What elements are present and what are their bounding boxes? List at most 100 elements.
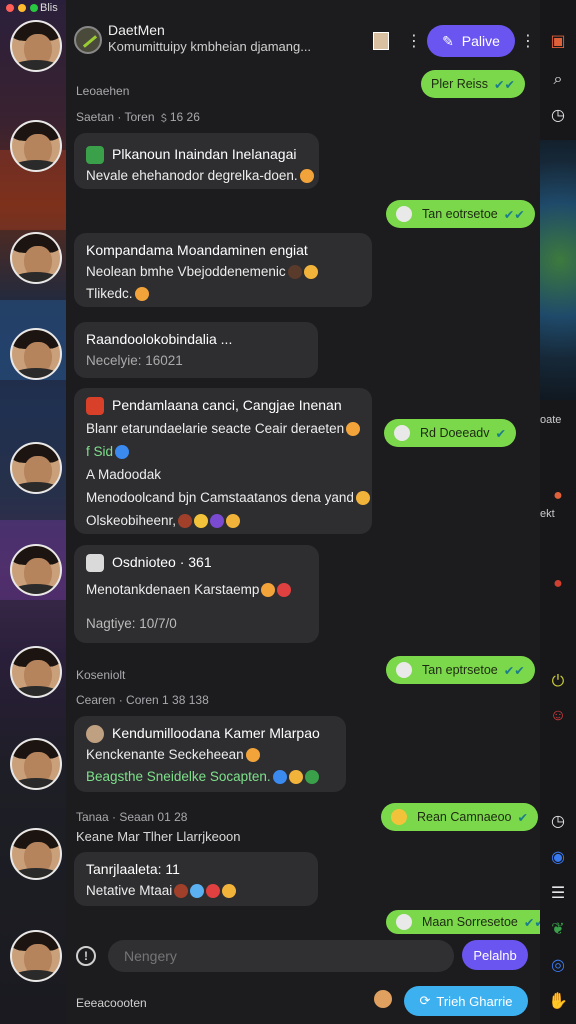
minimize-window-dot[interactable] [18, 4, 26, 12]
avatar[interactable] [10, 328, 62, 380]
outgoing-message[interactable]: Pler Reiss ✔✔ [421, 70, 525, 98]
emoji-icon [134, 287, 149, 302]
emoji-icon [355, 491, 370, 506]
live-button-label: Palive [461, 33, 500, 49]
emoji-icon [303, 265, 318, 280]
power-icon[interactable]: ⏻ [548, 672, 568, 692]
message-text: Tan eptrsetoe [422, 663, 498, 677]
avatar[interactable] [10, 120, 62, 172]
timer-icon[interactable]: ◷ [548, 812, 568, 832]
zoom-window-dot[interactable] [30, 4, 38, 12]
message-text: Blanr etarundaelarie seacte Ceair deraet… [86, 421, 345, 436]
avatar [86, 725, 104, 744]
message-text: Rean Camnaeoo [417, 810, 512, 824]
chat-title: DaetMen [108, 22, 165, 38]
sticker-icon[interactable] [374, 990, 392, 1008]
avatar[interactable] [10, 20, 62, 72]
emoji-icon [261, 583, 276, 598]
target-icon[interactable]: ◎ [548, 956, 568, 976]
incoming-message[interactable]: Raandoolokobindalia ... Necelyie: 16021 [74, 322, 318, 378]
banner-image [540, 140, 576, 400]
send-button[interactable]: Pelalnb [462, 940, 528, 970]
pencil-icon: ✎ [442, 32, 454, 49]
avatar[interactable] [10, 738, 62, 790]
sticker-icon [394, 425, 410, 441]
outgoing-message[interactable]: Rean Camnaeoo ✔ [381, 803, 538, 831]
search-icon[interactable]: ⌕ [548, 70, 568, 90]
emoji-icon [178, 514, 193, 529]
clock-icon[interactable]: ◷ [548, 106, 568, 126]
incoming-message[interactable]: Pendamlaana canci, Cangjae Inenan Blanr … [74, 388, 372, 534]
image-thumbnail [86, 554, 104, 573]
emoji-icon [346, 422, 361, 437]
avatar[interactable] [10, 232, 62, 284]
message-text: A Madoodak [86, 467, 162, 482]
incoming-message[interactable]: Plkanoun Inaindan Inelanagai Nevale eheh… [74, 133, 319, 189]
leaf-icon[interactable]: ❦ [548, 920, 568, 940]
emoji-icon [206, 884, 221, 899]
outgoing-message[interactable]: Tan eotrsetoe ✔✔ [386, 200, 535, 228]
timestamp: Saetan · Toren ﹩16 26 [76, 110, 200, 124]
message-text: Nagtiye: 10/7/0 [86, 616, 177, 631]
emoji-icon [194, 514, 209, 529]
timestamp: Tanaa · Seaan 01 28 [76, 810, 188, 824]
emoji-icon [115, 445, 130, 460]
message-title: Pendamlaana canci, Cangjae Inenan [112, 397, 342, 413]
close-window-dot[interactable] [6, 4, 14, 12]
live-button[interactable]: ✎ Palive [427, 25, 515, 57]
emoji-icon[interactable]: ☺ [548, 706, 568, 726]
message-text: f Sid [86, 444, 114, 459]
avatar[interactable] [10, 646, 62, 698]
sticker-icon [396, 662, 412, 678]
app-name: Blis [40, 2, 58, 14]
outgoing-message[interactable]: Rd Doeeadv ✔ [384, 419, 516, 447]
emoji-icon [288, 770, 303, 785]
game-icon[interactable]: ● [548, 486, 568, 506]
avatar[interactable] [10, 828, 62, 880]
emoji-icon [210, 514, 225, 529]
message-text: Neolean bmhe Vbejoddenemenic [86, 264, 286, 279]
message-title: Osdnioteo · 361 [112, 554, 212, 570]
more-options-icon[interactable]: ⋮ [406, 32, 422, 52]
header-thumbnail[interactable] [373, 32, 389, 50]
list-icon[interactable]: ☰ [548, 884, 568, 904]
chat-avatar[interactable] [74, 26, 102, 54]
conversation-avatar-rail [0, 0, 66, 1024]
shield-icon [86, 146, 104, 165]
badge-icon[interactable]: ● [548, 574, 568, 594]
info-icon[interactable]: ! [76, 946, 96, 966]
message-title: Kendumilloodana Kamer Mlarpao [112, 725, 320, 741]
cta-button[interactable]: ⟳ Trieh Gharrie [404, 986, 528, 1016]
sticker-icon [396, 914, 412, 930]
avatar[interactable] [10, 544, 62, 596]
message-text: Maan Sorresetoe [422, 915, 518, 929]
footer-label: Eeeacoooten [76, 996, 147, 1010]
avatar[interactable] [10, 442, 62, 494]
incoming-message[interactable]: Tanrjlaaleta: 11 Netative Mtaai [74, 852, 318, 906]
emoji-icon [304, 770, 319, 785]
incoming-message[interactable]: Osdnioteo · 361 Menotankdenaen Karstaemp… [74, 545, 319, 643]
emoji-icon [277, 583, 292, 598]
notification-icon[interactable]: ◉ [548, 848, 568, 868]
message-title: Kompandama Moandaminen engiat [86, 242, 308, 258]
emoji-icon [226, 514, 241, 529]
incoming-message[interactable]: Kendumilloodana Kamer Mlarpao Kenckenant… [74, 716, 346, 792]
refresh-icon: ⟳ [419, 993, 431, 1008]
emoji-icon [391, 809, 407, 825]
hand-icon[interactable]: ✋ [548, 992, 568, 1012]
chat-subtitle: Komumittuipy kmbheian djamang... [108, 39, 312, 54]
outgoing-message[interactable]: Maan Sorresetoe ✔✔ [386, 910, 555, 934]
message-input[interactable] [108, 940, 454, 972]
calendar-icon[interactable]: ▣ [548, 32, 568, 52]
sidebar-label: oate [540, 414, 562, 426]
date-label: Leoaehen [76, 84, 130, 98]
message-text: Nevale ehehanodor degrelka-doen. [86, 168, 298, 183]
incoming-message[interactable]: Kompandama Moandaminen engiat Neolean bm… [74, 233, 372, 307]
message-title: Tanrjlaaleta: 11 [86, 861, 180, 877]
message-text: Rd Doeeadv [420, 426, 490, 440]
date-label: Koseniolt [76, 668, 126, 682]
more-options-icon[interactable]: ⋮ [520, 32, 536, 52]
outgoing-message[interactable]: Tan eptrsetoe ✔✔ [386, 656, 535, 684]
avatar[interactable] [10, 930, 62, 982]
title-bar: Blis [0, 0, 576, 18]
